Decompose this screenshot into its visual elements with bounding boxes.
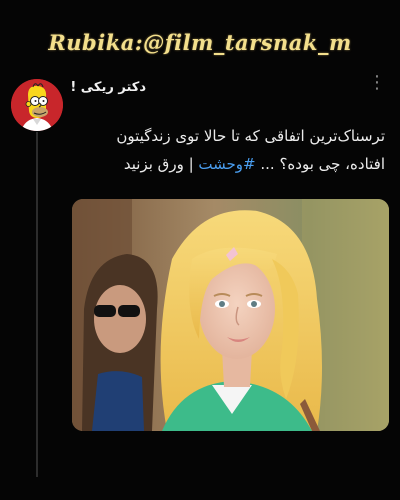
hashtag-link[interactable]: #وحشت	[198, 155, 255, 173]
portrait-photo	[72, 199, 389, 431]
thread-line	[36, 132, 38, 477]
post-text: ترسناک‌ترین اتفاقی که تا حالا توی زندگیت…	[95, 122, 385, 178]
author-name[interactable]: دکتر ریکی !	[70, 80, 146, 95]
story-page: Rubika:@film_tarsnak_m دکتر ریکی ! ⋮ ترس…	[0, 0, 400, 500]
more-options-icon[interactable]: ⋮	[368, 74, 386, 92]
cartoon-avatar-icon	[11, 79, 63, 131]
channel-banner: Rubika:@film_tarsnak_m	[48, 30, 352, 55]
avatar[interactable]	[11, 79, 63, 131]
post-image[interactable]	[72, 199, 389, 431]
post-text-part2: | ورق بزنید	[123, 155, 199, 173]
